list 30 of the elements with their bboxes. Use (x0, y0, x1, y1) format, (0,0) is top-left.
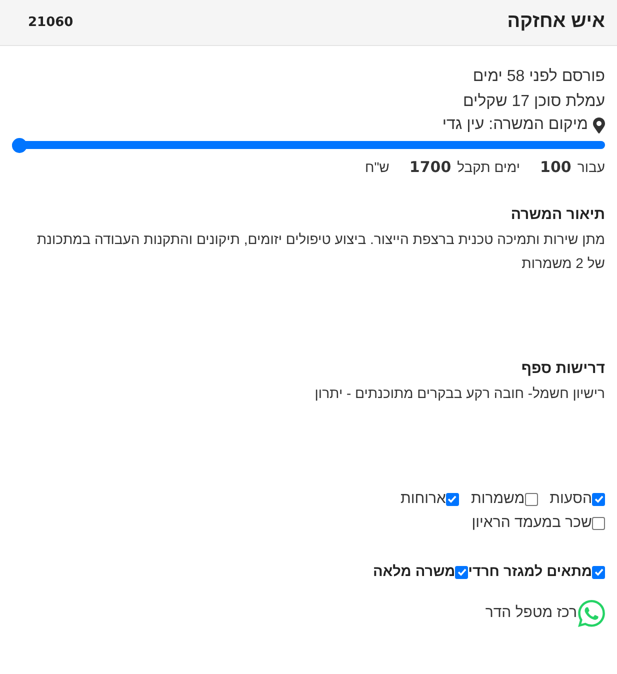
benefit-label: ארוחות (400, 489, 446, 509)
benefit-label: שכר במעמד הראיון (472, 513, 592, 533)
location-text: מיקום המשרה: עין גדי (442, 115, 588, 135)
slider-thumb[interactable] (12, 138, 27, 152)
commission-text: עמלת סוכן 17 שקלים (462, 92, 605, 112)
posted-date-text: פורסם לפני 58 ימים (472, 67, 605, 87)
section-heading: תיאור המשרה (510, 205, 605, 225)
benefit-label: הסעות (550, 489, 592, 509)
section-body-text: רישיון חשמל- חובה רקע בבקרים מתוכנתים - יתרון (314, 384, 605, 403)
location-pin-icon (593, 116, 605, 134)
checked-checkbox[interactable] (446, 492, 459, 506)
contact-name: רכז מטפל הדר (485, 603, 577, 624)
section-body-text: מתן שירות ותמיכה טכנית ברצפת הייצור. ביצוע טיפולים יזומים, תיקונים והתקנות העבודה במתכונת של 2 משמרות (36, 230, 605, 273)
checked-checkbox[interactable] (455, 566, 468, 578)
bonus-days-label: ימים תקבל (457, 158, 520, 177)
job-number: 21060 (28, 14, 74, 32)
range-slider[interactable] (12, 137, 605, 153)
benefit-label: משמרות (470, 489, 525, 509)
checked-checkbox[interactable] (592, 492, 605, 506)
bonus-prefix-text: עבור (577, 158, 605, 177)
job-title: איש אחזקה (507, 10, 605, 34)
empty-checkbox[interactable] (592, 516, 605, 530)
checked-checkbox[interactable] (592, 566, 605, 578)
section-heading: דרישות ספף (520, 359, 605, 379)
bonus-currency-text: ש"ח (365, 158, 390, 177)
attribute-label: משרה מלאה (372, 563, 456, 582)
bonus-days-value: 100 (540, 157, 572, 178)
attribute-label: מתאים למגזר חרדי (468, 563, 592, 582)
bonus-amount-value: 1700 (409, 157, 452, 178)
empty-checkbox[interactable] (524, 492, 538, 506)
